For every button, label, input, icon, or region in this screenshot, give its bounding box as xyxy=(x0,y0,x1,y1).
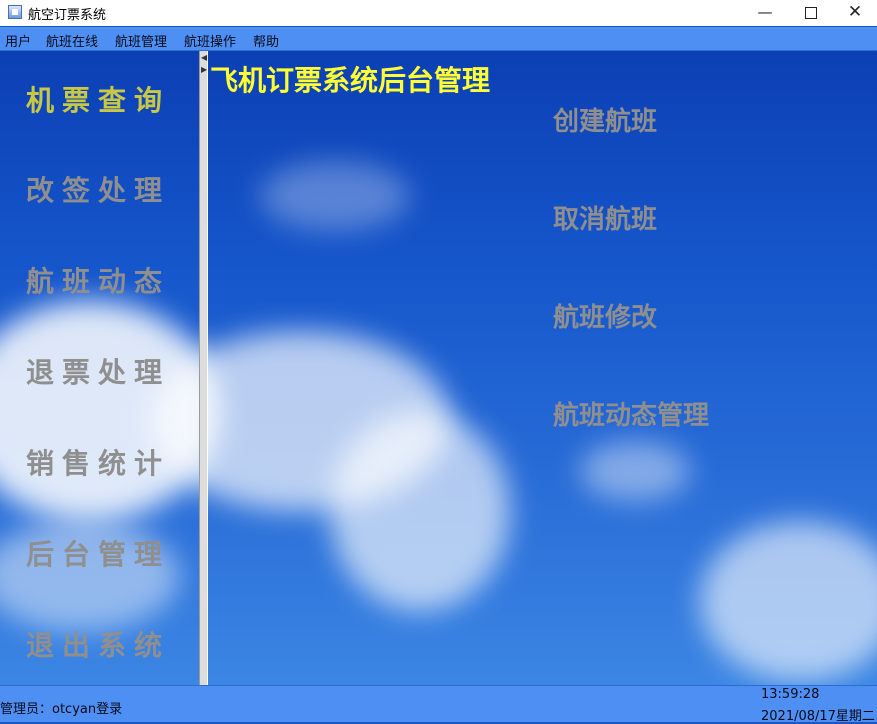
cloud-graphic xyxy=(260,161,410,231)
splitter-handle[interactable]: ◀ ▶ xyxy=(199,51,208,685)
cancel-flight-link[interactable]: 取消航班 xyxy=(553,199,657,236)
maximize-button[interactable] xyxy=(788,0,834,26)
window-title: 航空订票系统 xyxy=(28,8,107,23)
minimize-button[interactable]: — xyxy=(742,0,788,26)
create-flight-link[interactable]: 创建航班 xyxy=(553,101,657,138)
sidebar-item-rebooking[interactable]: 改签处理 xyxy=(26,169,170,209)
sidebar-item-sales-statistics[interactable]: 销售统计 xyxy=(26,442,170,482)
menu-bar: 用户 航班在线 航班管理 航班操作 帮助 xyxy=(0,27,877,51)
flight-status-management-link[interactable]: 航班动态管理 xyxy=(553,395,709,432)
cloud-graphic xyxy=(580,441,690,501)
status-bar: 管理员：otcyan登录 13:59:28 2021/08/17星期二 xyxy=(0,685,877,724)
collapse-left-icon[interactable]: ◀ xyxy=(201,54,207,62)
menu-flight-operation[interactable]: 航班操作 xyxy=(184,31,236,50)
close-button[interactable]: ✕ xyxy=(832,0,877,26)
sidebar: 机票查询 改签处理 航班动态 退票处理 销售统计 后台管理 退出系统 xyxy=(0,51,198,685)
app-icon xyxy=(8,5,22,19)
maximize-icon xyxy=(805,6,817,19)
main-area: 机票查询 改签处理 航班动态 退票处理 销售统计 后台管理 退出系统 ◀ ▶ 飞… xyxy=(0,51,877,685)
menu-user[interactable]: 用户 xyxy=(5,31,31,50)
title-bar: 航空订票系统 — ✕ xyxy=(0,0,877,26)
sidebar-item-ticket-query[interactable]: 机票查询 xyxy=(26,79,170,119)
cloud-graphic xyxy=(700,521,877,681)
cloud-graphic xyxy=(330,411,510,611)
modify-flight-link[interactable]: 航班修改 xyxy=(553,297,657,334)
status-date: 2021/08/17星期二 xyxy=(761,709,875,724)
expand-right-icon[interactable]: ▶ xyxy=(201,66,207,74)
page-title: 飞机订票系统后台管理 xyxy=(210,64,491,97)
sidebar-item-admin[interactable]: 后台管理 xyxy=(26,533,170,573)
menu-help[interactable]: 帮助 xyxy=(253,31,279,50)
sidebar-item-exit[interactable]: 退出系统 xyxy=(26,624,170,664)
menu-flight-online[interactable]: 航班在线 xyxy=(46,31,98,50)
status-time: 13:59:28 xyxy=(761,687,820,702)
sidebar-item-refund[interactable]: 退票处理 xyxy=(26,351,170,391)
sidebar-item-flight-status[interactable]: 航班动态 xyxy=(26,260,170,300)
status-user-text: 管理员：otcyan登录 xyxy=(0,702,123,717)
menu-flight-management[interactable]: 航班管理 xyxy=(115,31,167,50)
